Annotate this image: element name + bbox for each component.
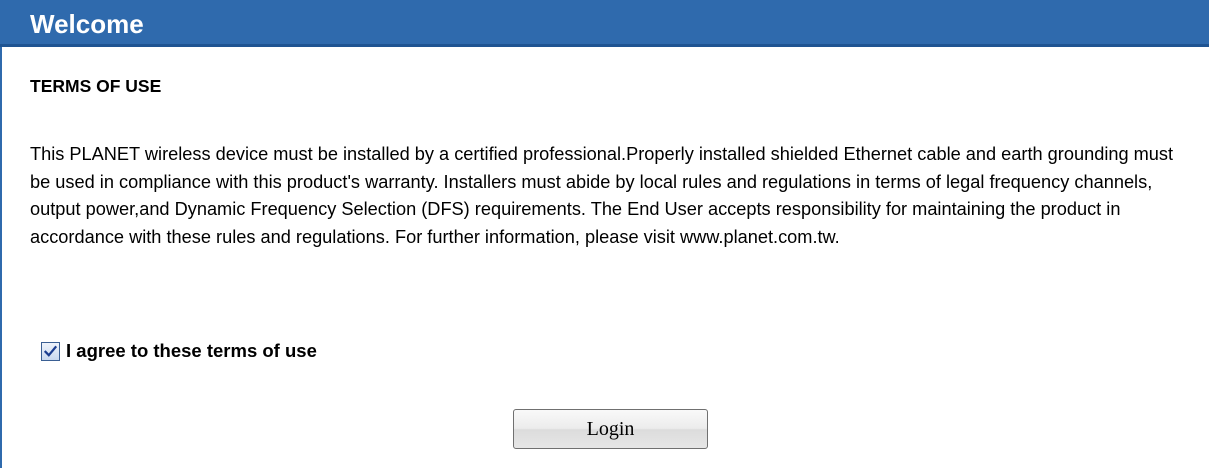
login-button[interactable]: Login — [513, 409, 708, 449]
agree-label[interactable]: I agree to these terms of use — [66, 340, 317, 362]
terms-heading: TERMS OF USE — [30, 76, 162, 96]
agree-row[interactable]: I agree to these terms of use — [41, 340, 317, 362]
title-bar: Welcome — [0, 0, 1209, 47]
agree-checkbox[interactable] — [41, 341, 60, 361]
checkmark-icon — [44, 345, 57, 357]
panel-left-border — [0, 47, 2, 468]
welcome-panel: Welcome TERMS OF USE This PLANET wireles… — [0, 0, 1209, 468]
panel-title: Welcome — [30, 9, 144, 39]
terms-body: This PLANET wireless device must be inst… — [30, 144, 1174, 247]
